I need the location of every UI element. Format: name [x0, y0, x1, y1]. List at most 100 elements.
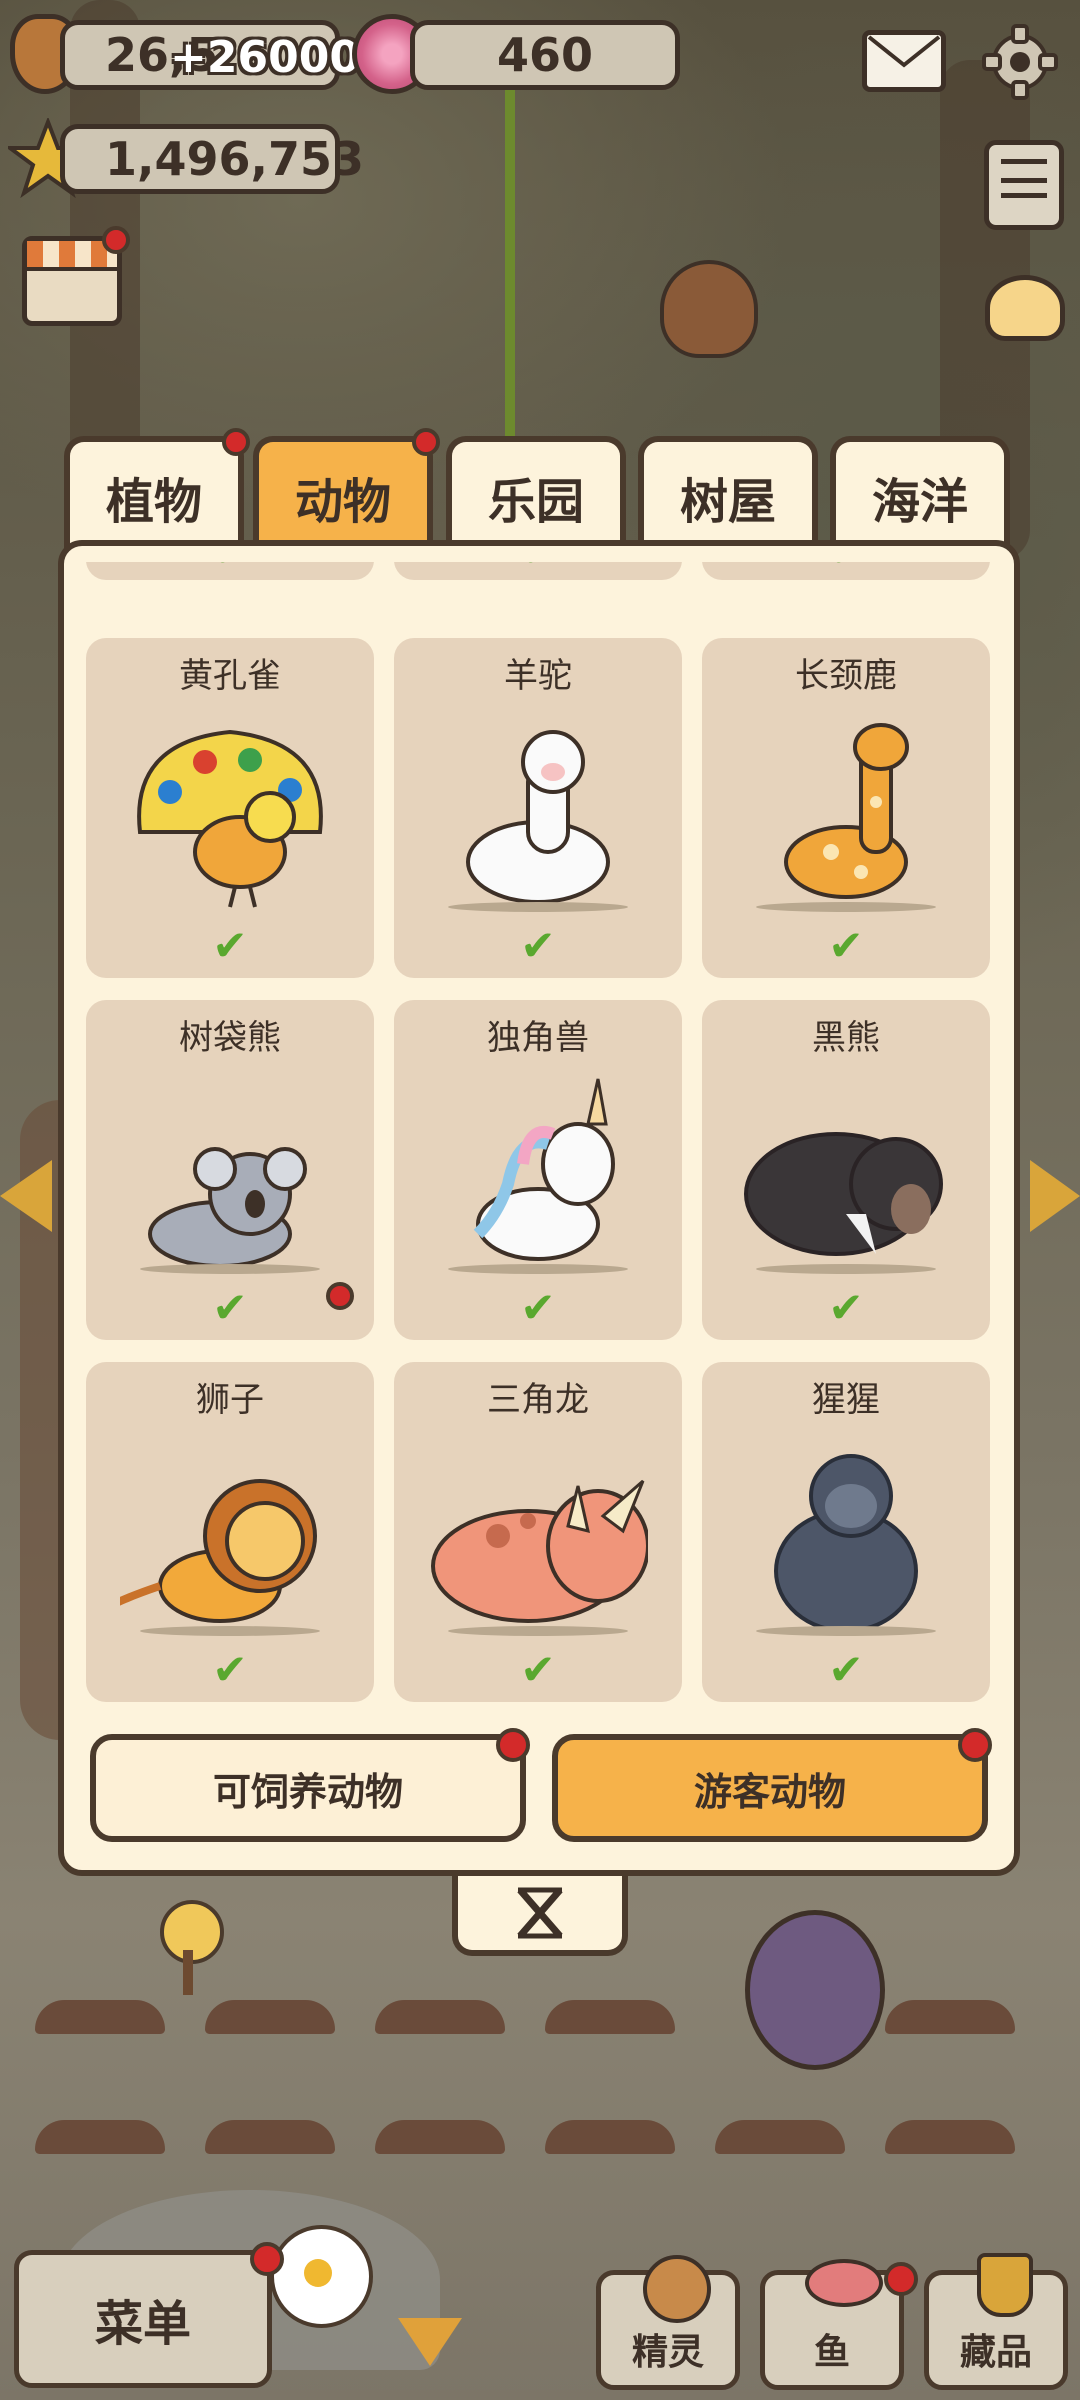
triceratops-icon [431, 1479, 648, 1636]
checkmark-icon: ✔ [212, 1645, 248, 1694]
tab-ocean[interactable]: 海洋 [830, 436, 1010, 552]
checkmark-icon: ✔ [520, 1283, 556, 1332]
tab-treehouse[interactable]: 树屋 [638, 436, 818, 552]
feedable-animals-button[interactable]: 可饲养动物 [90, 1734, 526, 1842]
tab-label: 动物 [294, 474, 391, 530]
fish-badge [884, 2262, 918, 2296]
checkmark-icon: ✔ [212, 921, 248, 970]
soil-mound[interactable] [205, 2000, 335, 2034]
scroll-right-arrow[interactable] [1030, 1160, 1080, 1232]
animal-card-partial[interactable]: ✔ [394, 562, 682, 580]
checkmark-icon: ✔ [702, 562, 990, 576]
signpost-pole [183, 1950, 193, 1995]
spirit-icon [643, 2255, 711, 2323]
checkmark-icon: ✔ [828, 1283, 864, 1332]
mail-icon[interactable] [862, 30, 946, 92]
star-count: 1,496,753 [105, 132, 364, 186]
expand-down-arrow[interactable] [398, 2318, 462, 2366]
acorn-gain-popup: +26000 [170, 32, 360, 83]
vine [505, 80, 515, 460]
animal-name: 狮子 [196, 1380, 264, 1420]
checkmark-icon: ✔ [828, 921, 864, 970]
soil-mound[interactable] [35, 2120, 165, 2154]
close-button[interactable] [452, 1876, 628, 1956]
tab-label: 乐园 [487, 474, 584, 530]
tab-label: 树屋 [679, 474, 776, 530]
koala-new-dot [326, 1282, 354, 1310]
collection-label: 藏品 [959, 2332, 1032, 2373]
shop-notification-dot [102, 226, 130, 254]
animal-card-yellow-peacock[interactable]: 黄孔雀 ✔ [86, 638, 374, 978]
hedgehog-creature [745, 1910, 885, 2070]
spirit-button[interactable]: 精灵 [596, 2255, 740, 2390]
tab-animals[interactable]: 动物 [253, 436, 433, 552]
crown-rank-icon[interactable] [985, 275, 1065, 341]
soil-mound[interactable] [545, 2120, 675, 2154]
animal-card-black-bear[interactable]: 黑熊 ✔ [702, 1000, 990, 1340]
spirit-label: 精灵 [631, 2332, 704, 2373]
animal-card-partial[interactable]: ✔ [86, 562, 374, 580]
gorilla-icon [756, 1454, 936, 1636]
tab-plants-badge [222, 428, 250, 456]
animal-card-triceratops[interactable]: 三角龙 ✔ [394, 1362, 682, 1702]
scroll-left-arrow[interactable] [0, 1160, 52, 1232]
candy-counter: 460 [410, 20, 680, 90]
flower-center [304, 2259, 332, 2287]
animal-grid[interactable]: ✔ ✔ ✔ 黄孔雀 ✔ 羊驼 ✔ 长颈鹿 [86, 562, 994, 1710]
animal-name: 黑熊 [812, 1018, 880, 1058]
close-icon [517, 1887, 563, 1939]
soil-mound[interactable] [545, 2000, 675, 2034]
animal-card-lion[interactable]: 狮子 ✔ [86, 1362, 374, 1702]
candy-count: 460 [496, 28, 594, 82]
checkmark-icon: ✔ [86, 562, 374, 576]
soil-mound[interactable] [375, 2120, 505, 2154]
tab-park[interactable]: 乐园 [446, 436, 626, 552]
checkmark-icon: ✔ [394, 562, 682, 576]
tab-label: 海洋 [871, 474, 968, 530]
checkmark-icon: ✔ [520, 1645, 556, 1694]
menu-label: 菜单 [94, 2296, 191, 2352]
animal-card-alpaca[interactable]: 羊驼 ✔ [394, 638, 682, 978]
animal-name: 长颈鹿 [795, 656, 897, 696]
menu-badge [250, 2242, 284, 2276]
animal-card-gorilla[interactable]: 猩猩 ✔ [702, 1362, 990, 1702]
animal-name: 三角龙 [487, 1380, 589, 1420]
fish-button[interactable]: 鱼 [760, 2259, 904, 2390]
animal-name: 黄孔雀 [179, 656, 281, 696]
koala-icon [140, 1147, 320, 1274]
trophy-icon [977, 2253, 1033, 2317]
checkmark-icon: ✔ [828, 1645, 864, 1694]
feedable-badge [496, 1728, 530, 1762]
black-bear-icon [744, 1132, 943, 1274]
unicorn-icon [448, 1078, 628, 1274]
tab-label: 植物 [105, 474, 202, 530]
visitor-animals-button[interactable]: 游客动物 [552, 1734, 988, 1842]
fish-label: 鱼 [813, 2332, 850, 2373]
soil-mound[interactable] [715, 2120, 845, 2154]
soil-mound[interactable] [885, 2120, 1015, 2154]
quest-list-icon[interactable] [984, 140, 1064, 230]
soil-mound[interactable] [375, 2000, 505, 2034]
animal-name: 树袋熊 [179, 1018, 281, 1058]
menu-button[interactable]: 菜单 [14, 2250, 272, 2388]
alpaca-icon [448, 730, 628, 912]
tab-animals-badge [412, 428, 440, 456]
animal-name: 羊驼 [504, 656, 572, 696]
soil-mound[interactable] [205, 2120, 335, 2154]
giraffe-icon [756, 723, 936, 912]
soil-mound[interactable] [35, 2000, 165, 2034]
animal-name: 独角兽 [487, 1018, 589, 1058]
animal-card-unicorn[interactable]: 独角兽 ✔ [394, 1000, 682, 1340]
star-counter: 1,496,753 [60, 124, 364, 194]
visitor-badge [958, 1728, 992, 1762]
tab-plants[interactable]: 植物 [64, 436, 244, 552]
animal-card-partial[interactable]: ✔ [702, 562, 990, 580]
collection-button[interactable]: 藏品 [924, 2253, 1068, 2390]
button-label: 游客动物 [693, 1769, 846, 1814]
peacock-icon [137, 729, 323, 908]
animal-card-giraffe[interactable]: 长颈鹿 ✔ [702, 638, 990, 978]
soil-mound[interactable] [885, 2000, 1015, 2034]
settings-gear-icon[interactable] [980, 22, 1060, 102]
animal-name: 猩猩 [812, 1380, 880, 1420]
owl [660, 260, 758, 358]
